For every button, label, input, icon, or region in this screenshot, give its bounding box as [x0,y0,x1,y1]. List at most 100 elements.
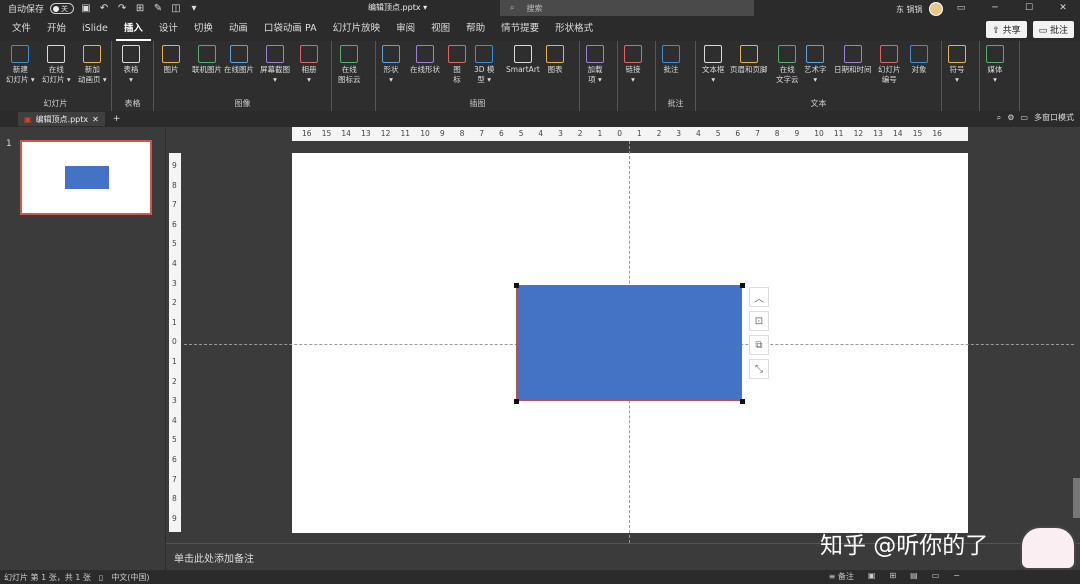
ruler-tick-label: 2 [172,298,177,308]
rectangle-shape[interactable] [516,285,742,401]
comment-button[interactable]: ▭ 批注 [1032,21,1074,38]
ribbon-button[interactable]: 在线图片 [224,45,254,75]
ruler-tick-label: 8 [172,494,177,504]
undo-icon[interactable]: ↶ [98,3,110,15]
menu-tab[interactable]: 文件 [4,17,39,41]
normal-view-icon[interactable]: ▣ [868,571,876,582]
ribbon-button[interactable]: 在线 幻灯片 ▾ [42,45,71,85]
close-tab-icon[interactable]: ✕ [92,115,99,124]
menu-tab[interactable]: 情节提要 [493,17,547,41]
settings-icon[interactable]: ⚙ [1007,113,1014,122]
menu-tab[interactable]: 设计 [151,17,186,41]
menu-tab[interactable]: 视图 [423,17,458,41]
language-status[interactable]: 中文(中国) [107,572,153,583]
ribbon-button[interactable]: 屏幕截图 ▾ [260,45,290,85]
resize-handle-bottom-left[interactable] [514,399,519,404]
ribbon-button[interactable]: 幻灯片 编号 [878,45,901,85]
menu-tab[interactable]: iSlide [74,17,116,41]
ribbon-button[interactable]: 链接 ▾ [624,45,642,85]
ribbon-button[interactable]: 在线形状 [410,45,440,75]
ribbon-button[interactable]: 文本框 ▾ [702,45,725,85]
ribbon-button[interactable]: 图 标 [448,45,466,85]
menu-tab[interactable]: 开始 [39,17,74,41]
slideshow-icon[interactable]: ▭ [932,571,940,582]
zoom-icon[interactable]: ⌕ [997,113,1001,123]
ribbon-button[interactable]: 联机图片 [192,45,222,75]
minimize-icon[interactable]: ─ [978,0,1012,17]
ribbon-group-label: 图像 [234,99,251,108]
autosave-toggle[interactable]: 关 [50,3,75,14]
maximize-icon[interactable]: ☐ [1012,0,1046,17]
slide-sorter-icon[interactable]: ⊞ [889,571,896,582]
ribbon-button[interactable]: 媒体 ▾ [986,45,1004,85]
arrange-icon[interactable]: ⧉ [749,335,769,355]
ribbon-button[interactable]: 新加 动画页 ▾ [78,45,107,85]
reading-view-icon[interactable]: ▤ [910,571,918,582]
menu-tab[interactable]: 切换 [186,17,221,41]
user-account[interactable]: 东 锅锅 [896,2,943,16]
present-icon[interactable]: ⊞ [134,3,146,15]
resize-handle-top-right[interactable] [740,283,745,288]
ribbon-button[interactable]: 图表 [546,45,564,75]
redo-icon[interactable]: ↷ [116,3,128,15]
notes-toggle[interactable]: ≡ 备注 [829,571,854,582]
ribbon-button[interactable]: 艺术字 ▾ [804,45,827,85]
shape-icon[interactable]: ◫ [170,3,182,15]
ruler-tick-label: 11 [400,129,411,138]
search-box[interactable]: ⌕ 搜索 [500,0,754,16]
watermark: 知乎 @听你的了 [820,533,989,559]
ribbon-button[interactable]: 形状 ▾ [382,45,400,85]
ruler-tick-label: 3 [676,129,682,138]
menu-tab[interactable]: 动画 [221,17,256,41]
ribbon-group: 新建 幻灯片 ▾ 在线 幻灯片 ▾ 新加 动画页 ▾ 幻灯片 [0,41,112,111]
ribbon-button-label: 文本框 ▾ [702,65,725,84]
accessibility-icon[interactable]: ▯ [95,573,107,582]
close-icon[interactable]: ✕ [1046,0,1080,17]
ribbon-button[interactable]: 加载 项 ▾ [586,45,604,85]
document-tab[interactable]: ▣ 编辑顶点.pptx ✕ [18,112,105,126]
ribbon-button[interactable]: 图片 [162,45,180,75]
multi-window-label[interactable]: 多窗口模式 [1034,112,1074,123]
brush-icon[interactable]: ✎ [152,3,164,15]
menu-tab[interactable]: 形状格式 [547,17,601,41]
ribbon-group-label: 文本 [810,99,827,108]
ribbon-button[interactable]: 新建 幻灯片 ▾ [6,45,35,85]
comment-icon: ▭ [1038,26,1050,36]
menu-tab[interactable]: 口袋动画 PA [256,17,325,41]
layout-options-icon[interactable]: ⊡ [749,311,769,331]
notes-icon: ≡ [828,572,838,581]
save-icon[interactable]: ▣ [80,3,92,15]
ribbon-button[interactable]: 相册 ▾ [300,45,318,85]
menu-tab[interactable]: 帮助 [458,17,493,41]
ribbon-button[interactable]: 3D 模 型 ▾ [474,45,494,85]
new-tab-icon[interactable]: + [113,114,121,124]
ribbon-button[interactable]: 表格 ▾ [122,45,140,85]
zoom-out-icon[interactable]: − [953,571,960,582]
resize-handle-top-left[interactable] [514,283,519,288]
share-button[interactable]: ⇪ 共享 [986,21,1027,38]
ribbon-button[interactable]: 在线 图标云 [338,45,361,85]
resize-handle-bottom-right[interactable] [740,399,745,404]
menu-tab[interactable]: 幻灯片放映 [325,17,389,41]
horizontal-ruler[interactable]: 16 15 14 13 12 11 10 9 8 7 6 5 4 3 2 1 0 1 2 3 4 5 6 7 8 9 10 11 12 1… [292,127,968,141]
slide-thumbnail[interactable] [20,140,152,215]
customize-quick-access-icon[interactable]: ▾ [188,3,200,15]
ribbon-button[interactable]: 对象 [910,45,928,75]
vertical-ruler[interactable]: 9 8 7 6 5 4 3 2 1 0 1 2 3 4 5 6 7 8 9 [169,153,181,532]
ribbon-button-label: 对象 [911,65,927,74]
avatar[interactable] [928,2,943,16]
resize-shape-icon[interactable]: ⤡ [749,359,769,379]
menu-tab[interactable]: 插入 [115,17,151,41]
ribbon-button[interactable]: 日期和时间 [834,45,872,75]
ribbon-display-icon[interactable]: ▭ [944,0,978,17]
ribbon-button[interactable]: 页眉和页脚 [730,45,768,75]
ribbon-button[interactable]: 在线 文字云 [776,45,799,85]
ribbon-button[interactable]: 符号 ▾ [948,45,966,85]
menu-tab[interactable]: 审阅 [388,17,423,41]
ruler-tick-label: 5 [172,239,177,249]
document-title[interactable]: 编辑顶点.pptx ▾ [368,2,427,13]
ribbon-button[interactable]: 批注 [662,45,680,75]
vertical-scrollbar[interactable] [1073,478,1080,518]
ribbon-button[interactable]: SmartArt [506,45,540,75]
chevron-up-icon[interactable]: ︿ [749,287,769,307]
